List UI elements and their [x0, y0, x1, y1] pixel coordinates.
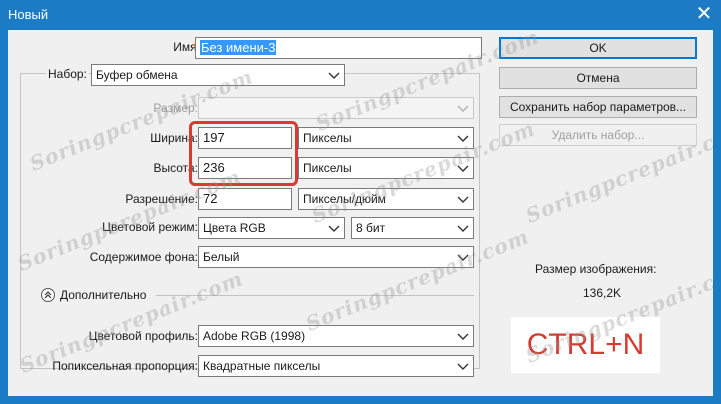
color-profile-label: Цветовой профиль: [88, 329, 198, 343]
pixel-aspect-label: Попиксельная пропорция: [52, 359, 198, 373]
chevron-down-icon [457, 254, 469, 261]
color-mode-value: Цвета RGB [203, 221, 266, 235]
height-unit-select[interactable]: Пикселы [298, 157, 474, 179]
cancel-button[interactable]: Отмена [499, 67, 697, 89]
color-mode-select[interactable]: Цвета RGB [198, 217, 345, 239]
shortcut-badge: CTRL+N [511, 317, 660, 373]
background-select[interactable]: Белый [198, 246, 474, 268]
height-unit-value: Пикселы [303, 161, 352, 175]
title-bar[interactable]: Новый ✕ [0, 0, 721, 30]
delete-preset-button: Удалить набор... [499, 124, 697, 146]
ok-button[interactable]: OK [499, 37, 697, 59]
bit-depth-value: 8 бит [356, 221, 386, 235]
dialog-window: Новый ✕ Имя: Без имени-3 Набор: Буфер об… [0, 0, 721, 404]
chevron-down-icon [328, 72, 340, 79]
save-preset-button[interactable]: Сохранить набор параметров... [499, 96, 697, 118]
size-label: Размер: [153, 101, 198, 115]
width-height-highlight [189, 121, 298, 186]
color-profile-value: Adobe RGB (1998) [203, 329, 306, 343]
advanced-toggle-icon[interactable] [41, 288, 55, 302]
preset-select[interactable]: Буфер обмена [91, 64, 345, 86]
chevron-down-icon [457, 105, 469, 112]
bit-depth-select[interactable]: 8 бит [351, 217, 474, 239]
name-input-value: Без имени-3 [200, 40, 277, 55]
size-select [198, 97, 474, 119]
width-unit-value: Пикселы [303, 131, 352, 145]
resolution-input[interactable]: 72 [198, 188, 292, 210]
pixel-aspect-value: Квадратные пикселы [203, 359, 321, 373]
resolution-unit-value: Пикселы/дюйм [303, 192, 386, 206]
background-label: Содержимое фона: [89, 250, 198, 264]
advanced-label[interactable]: Дополнительно [60, 286, 146, 304]
pixel-aspect-select[interactable]: Квадратные пикселы [198, 355, 474, 377]
dialog-body: Имя: Без имени-3 Набор: Буфер обмена Раз… [8, 30, 713, 396]
chevron-down-icon [457, 196, 469, 203]
name-input[interactable]: Без имени-3 [195, 37, 482, 59]
preset-label: Набор: [46, 65, 89, 83]
chevron-down-icon [328, 225, 340, 232]
advanced-separator [156, 295, 474, 296]
chevron-down-icon [457, 225, 469, 232]
color-mode-label: Цветовой режим: [102, 220, 198, 234]
image-size-value: 136,2K [583, 286, 622, 300]
close-icon[interactable]: ✕ [693, 4, 715, 26]
preset-select-value: Буфер обмена [96, 68, 178, 82]
chevron-up-icon [44, 291, 52, 299]
chevron-down-icon [457, 333, 469, 340]
image-size-label: Размер изображения: [535, 262, 657, 276]
window-title: Новый [8, 7, 49, 22]
chevron-down-icon [457, 165, 469, 172]
chevron-down-icon [457, 363, 469, 370]
color-profile-select[interactable]: Adobe RGB (1998) [198, 325, 474, 347]
background-value: Белый [203, 250, 240, 264]
width-unit-select[interactable]: Пикселы [298, 127, 474, 149]
chevron-down-icon [457, 135, 469, 142]
resolution-label: Разрешение: [125, 192, 198, 206]
resolution-unit-select[interactable]: Пикселы/дюйм [298, 188, 474, 210]
